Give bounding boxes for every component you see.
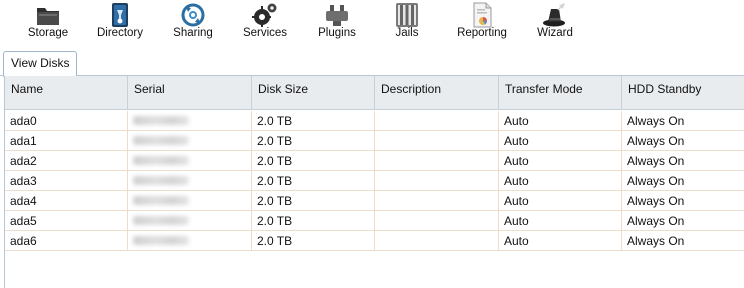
cell-name: ada4 [5,191,128,211]
wizard-hat-icon [541,2,569,28]
toolbar-jails-label: Jails [395,27,419,39]
gears-icon [251,2,279,28]
toolbar-reporting-label: Reporting [457,27,507,39]
cell-transfer-mode: Auto [499,111,622,131]
toolbar-services-button[interactable]: Services [235,0,295,44]
cell-hdd-standby: Always On [627,134,685,148]
cell-description [375,111,499,131]
toolbar-plugins-button[interactable]: Plugins [308,0,366,44]
toolbar-sharing-button[interactable]: Sharing [163,0,223,44]
cell-serial-redacted [128,131,252,151]
cell-transfer-mode: Auto [499,151,622,171]
main-toolbar: Storage Directory Sharing Services Plugi… [0,0,744,44]
sharing-icon [179,2,207,28]
cell-hdd-standby: Always On [627,174,685,188]
column-header-transfer-mode[interactable]: Transfer Mode [499,76,622,110]
cell-serial-redacted [128,111,252,131]
redacted-serial [133,216,189,225]
storage-icon [34,2,62,28]
column-header-disk-size[interactable]: Disk Size [252,76,375,110]
cell-transfer-mode: Auto [499,131,622,151]
column-header-serial[interactable]: Serial [128,76,252,110]
jail-bars-icon [393,2,421,28]
plug-icon [323,2,351,28]
redacted-serial [133,156,189,165]
redacted-serial [133,196,189,205]
toolbar-wizard-button[interactable]: Wizard [525,0,585,44]
toolbar-directory-label: Directory [96,27,143,39]
cell-hdd-standby: Always On [627,114,685,128]
tab-strip: View Disks [0,44,744,77]
redacted-serial [133,116,189,125]
cell-description [375,191,499,211]
cell-disk-size: 2.0 TB [252,111,375,131]
tab-view-disks[interactable]: View Disks [3,51,78,77]
toolbar-wizard-label: Wizard [537,27,573,39]
table-row[interactable]: ada3 2.0 TB Auto Always On [5,171,744,191]
grid-body: ada0 2.0 TB Auto Always On ada1 2.0 TB A… [5,111,744,251]
cell-description [375,131,499,151]
table-row[interactable]: ada0 2.0 TB Auto Always On [5,111,744,131]
toolbar-plugins-label: Plugins [318,27,356,39]
cell-serial-redacted [128,211,252,231]
cell-description [375,211,499,231]
cell-disk-size: 2.0 TB [252,191,375,211]
cell-description [375,151,499,171]
toolbar-storage-button[interactable]: Storage [18,0,78,44]
cell-disk-size: 2.0 TB [252,231,375,251]
cell-description [375,231,499,251]
cell-name: ada6 [5,231,128,251]
cell-serial-redacted [128,171,252,191]
column-header-description[interactable]: Description [375,76,499,110]
grid-header: Name Serial Disk Size Description Transf… [5,76,744,110]
redacted-serial [133,236,189,245]
toolbar-reporting-button[interactable]: Reporting [448,0,516,44]
report-icon [468,2,496,28]
column-header-hdd-standby[interactable]: HDD Standby [622,76,744,110]
cell-disk-size: 2.0 TB [252,151,375,171]
redacted-serial [133,176,189,185]
toolbar-jails-button[interactable]: Jails [377,0,437,44]
cell-disk-size: 2.0 TB [252,171,375,191]
disks-grid: Name Serial Disk Size Description Transf… [4,76,744,288]
directory-icon [106,2,134,28]
redacted-serial [133,136,189,145]
cell-hdd-standby: Always On [627,214,685,228]
cell-name: ada2 [5,151,128,171]
cell-transfer-mode: Auto [499,211,622,231]
cell-serial-redacted [128,231,252,251]
cell-disk-size: 2.0 TB [252,211,375,231]
cell-name: ada1 [5,131,128,151]
cell-hdd-standby: Always On [627,154,685,168]
cell-serial-redacted [128,191,252,211]
cell-transfer-mode: Auto [499,191,622,211]
table-row[interactable]: ada4 2.0 TB Auto Always On [5,191,744,211]
cell-transfer-mode: Auto [499,171,622,191]
cell-transfer-mode: Auto [499,231,622,251]
cell-serial-redacted [128,151,252,171]
table-row[interactable]: ada1 2.0 TB Auto Always On [5,131,744,151]
cell-hdd-standby: Always On [627,194,685,208]
cell-hdd-standby: Always On [627,234,685,248]
toolbar-services-label: Services [242,27,288,39]
table-row[interactable]: ada5 2.0 TB Auto Always On [5,211,744,231]
toolbar-directory-button[interactable]: Directory [88,0,152,44]
cell-name: ada3 [5,171,128,191]
table-row[interactable]: ada6 2.0 TB Auto Always On [5,231,744,251]
cell-name: ada5 [5,211,128,231]
toolbar-storage-label: Storage [27,27,69,39]
table-row[interactable]: ada2 2.0 TB Auto Always On [5,151,744,171]
cell-description [375,171,499,191]
cell-disk-size: 2.0 TB [252,131,375,151]
cell-name: ada0 [5,111,128,131]
toolbar-sharing-label: Sharing [173,27,213,39]
column-header-name[interactable]: Name [5,76,128,110]
